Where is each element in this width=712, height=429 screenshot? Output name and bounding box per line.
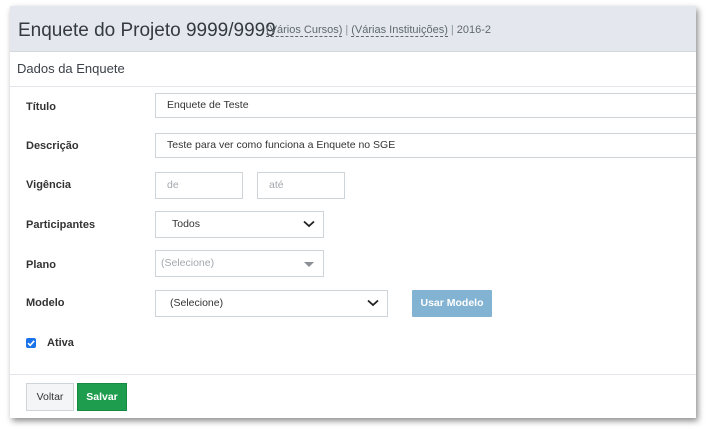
titulo-input[interactable]: Enquete de Teste [155,93,696,118]
voltar-button[interactable]: Voltar [26,383,74,411]
caret-down-icon [303,261,315,269]
page-meta: (Vários Cursos) | (Várias Instituições) | 20… [266,24,491,37]
vigencia-end-input[interactable]: até [257,172,345,199]
usar-modelo-button[interactable]: Usar Modelo [412,290,492,317]
titulo-label: Título [26,101,56,113]
plano-label: Plano [26,259,56,271]
vigencia-start-input[interactable]: de [155,172,243,199]
ativa-checkbox[interactable] [26,338,36,348]
salvar-button[interactable]: Salvar [77,383,127,411]
panel-title: Dados da Enquete [17,61,125,76]
chevron-down-icon [303,220,315,228]
participantes-select[interactable]: Todos [155,211,324,238]
cursos-link[interactable]: (Vários Cursos) [266,24,343,37]
participantes-label: Participantes [26,219,96,231]
descricao-label: Descrição [26,140,79,152]
check-icon [27,340,35,347]
participantes-selected-value: Todos [172,218,201,230]
chevron-down-icon [367,299,379,307]
page-title: Enquete do Projeto 9999/9999 [18,20,276,41]
modelo-selected-value: (Selecione) [170,297,224,309]
meta-separator-2: | [450,24,454,36]
meta-separator-1: | [345,24,349,36]
period-label: 2016-2 [456,24,491,36]
ativa-label: Ativa [47,337,74,349]
modelo-label: Modelo [26,297,65,309]
enquete-page: Enquete do Projeto 9999/9999 (Vários Cur… [10,6,696,418]
plano-selected-value: (Selecione) [161,257,215,269]
instituicoes-link[interactable]: (Várias Instituições) [351,24,448,37]
plano-select[interactable]: (Selecione) [155,250,324,277]
modelo-select[interactable]: (Selecione) [155,290,388,317]
vigencia-label: Vigência [26,179,72,191]
descricao-input[interactable]: Teste para ver como funciona a Enquete n… [155,133,696,158]
